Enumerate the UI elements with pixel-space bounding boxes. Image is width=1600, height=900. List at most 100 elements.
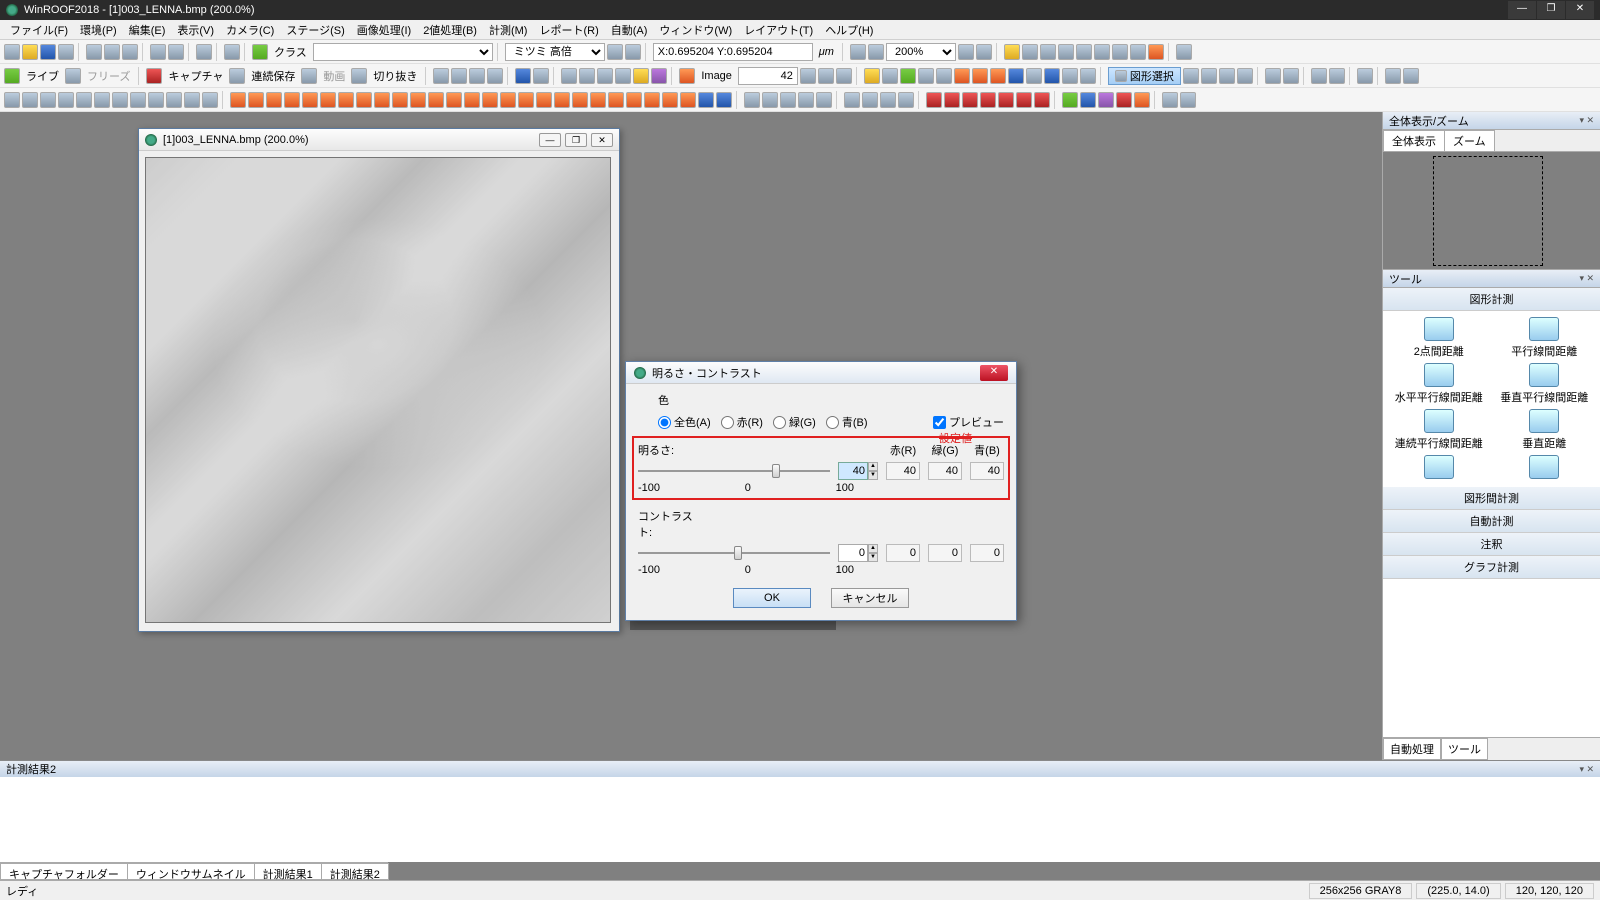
tool-icon[interactable] [410, 92, 426, 108]
tab-overview[interactable]: 全体表示 [1383, 130, 1445, 151]
brightness-b[interactable] [970, 462, 1004, 480]
menu-window[interactable]: ウィンドウ(W) [653, 20, 738, 40]
tool-icon[interactable] [662, 92, 678, 108]
live-label[interactable]: ライブ [22, 68, 63, 84]
tool-icon[interactable] [58, 92, 74, 108]
bottab-auto[interactable]: 自動処理 [1383, 738, 1441, 760]
radio-green[interactable]: 緑(G) [773, 414, 816, 430]
tool-icon[interactable] [579, 68, 595, 84]
open-icon[interactable] [22, 44, 38, 60]
arrow-icon[interactable] [1148, 44, 1164, 60]
tool-icon[interactable] [94, 92, 110, 108]
zoom-select[interactable]: 200% [886, 43, 956, 61]
tool-icon[interactable] [500, 92, 516, 108]
tool-icon[interactable] [1016, 92, 1032, 108]
tool-icon[interactable] [900, 68, 916, 84]
tool-parallel[interactable]: 平行線間距離 [1493, 317, 1597, 359]
mitsumi-select[interactable]: ミツミ 高倍 [505, 43, 605, 61]
tool-icon[interactable] [1076, 44, 1092, 60]
tool-icon[interactable] [230, 92, 246, 108]
tool-head-annot[interactable]: 注釈 [1383, 533, 1600, 556]
crop-label[interactable]: 切り抜き [369, 68, 421, 84]
cancel-button[interactable]: キャンセル [831, 588, 909, 608]
contsave-label[interactable]: 連続保存 [247, 68, 299, 84]
tool-head-graph[interactable]: グラフ計測 [1383, 556, 1600, 579]
tool-icon[interactable] [112, 92, 128, 108]
tool-icon[interactable] [862, 92, 878, 108]
tool-head-between[interactable]: 図形間計測 [1383, 487, 1600, 510]
zoom-icon[interactable] [868, 44, 884, 60]
tool-icon[interactable] [1283, 68, 1299, 84]
tool-icon[interactable] [762, 92, 778, 108]
capture-icon[interactable] [146, 68, 162, 84]
close-button[interactable]: ✕ [1566, 1, 1594, 19]
overview-canvas[interactable] [1383, 152, 1600, 270]
tool-icon[interactable] [561, 68, 577, 84]
tool-icon[interactable] [818, 68, 834, 84]
radio-blue[interactable]: 青(B) [826, 414, 868, 430]
contrast-slider[interactable] [638, 545, 830, 561]
pin-icon[interactable]: ▾ ✕ [1579, 115, 1594, 126]
tool-icon[interactable] [633, 68, 649, 84]
tool-icon[interactable] [248, 92, 264, 108]
img-close-button[interactable]: ✕ [591, 133, 613, 147]
menu-layout[interactable]: レイアウト(T) [738, 20, 819, 40]
tool-icon[interactable] [882, 68, 898, 84]
tool-icon[interactable] [150, 44, 166, 60]
tool-icon[interactable] [998, 92, 1014, 108]
tool-icon[interactable] [958, 44, 974, 60]
coord-field[interactable] [653, 43, 813, 61]
img-maximize-button[interactable]: ❐ [565, 133, 587, 147]
tool-icon[interactable] [266, 92, 282, 108]
tool-icon[interactable] [698, 92, 714, 108]
menu-report[interactable]: レポート(R) [533, 20, 604, 40]
tool-icon[interactable] [76, 92, 92, 108]
tool-icon[interactable] [651, 68, 667, 84]
tool-icon[interactable] [816, 92, 832, 108]
tool-icon[interactable] [1403, 68, 1419, 84]
btab-thumb[interactable]: ウィンドウサムネイル [127, 863, 255, 880]
tool-icon[interactable] [572, 92, 588, 108]
tool-icon[interactable] [338, 92, 354, 108]
tool-icon[interactable] [864, 68, 880, 84]
tab-zoom[interactable]: ズーム [1444, 130, 1495, 151]
tool-icon[interactable] [926, 92, 942, 108]
tool-icon[interactable] [962, 92, 978, 108]
contrast-b[interactable] [970, 544, 1004, 562]
minimize-button[interactable]: — [1508, 1, 1536, 19]
tool-icon[interactable] [972, 68, 988, 84]
movie-icon[interactable] [301, 68, 317, 84]
preview-checkbox[interactable]: プレビュー [933, 414, 1004, 430]
tool-icon[interactable] [1098, 92, 1114, 108]
dialog-caption[interactable]: 明るさ・コントラスト ✕ [626, 362, 1016, 384]
tool-icon[interactable] [4, 92, 20, 108]
tool-icon[interactable] [1183, 68, 1199, 84]
tool-icon[interactable] [1201, 68, 1217, 84]
tool-icon[interactable] [1219, 68, 1235, 84]
tool-icon[interactable] [196, 44, 212, 60]
tool-hparallel[interactable]: 水平平行線間距離 [1387, 363, 1491, 405]
brightness-g[interactable] [928, 462, 962, 480]
tool-icon[interactable] [1162, 92, 1178, 108]
tool-icon[interactable] [608, 92, 624, 108]
tool-icon[interactable] [836, 68, 852, 84]
tool-icon[interactable] [1329, 68, 1345, 84]
tool-icon[interactable] [644, 92, 660, 108]
ok-button[interactable]: OK [733, 588, 811, 608]
freeze-icon[interactable] [65, 68, 81, 84]
image-number[interactable] [738, 67, 798, 85]
menu-stage[interactable]: ステージ(S) [280, 20, 350, 40]
tool-icon[interactable] [464, 92, 480, 108]
tool-icon[interactable] [392, 92, 408, 108]
tool-icon[interactable] [936, 68, 952, 84]
movie-label[interactable]: 動画 [319, 68, 349, 84]
tool-vparallel[interactable]: 垂直平行線間距離 [1493, 363, 1597, 405]
tool-icon[interactable] [166, 92, 182, 108]
tool-icon[interactable] [590, 92, 606, 108]
tool-icon[interactable] [918, 68, 934, 84]
contsave-icon[interactable] [229, 68, 245, 84]
contrast-value[interactable]: ▲▼ [838, 544, 878, 562]
tool-icon[interactable] [518, 92, 534, 108]
tool-icon[interactable] [1040, 44, 1056, 60]
tool-icon[interactable] [954, 68, 970, 84]
